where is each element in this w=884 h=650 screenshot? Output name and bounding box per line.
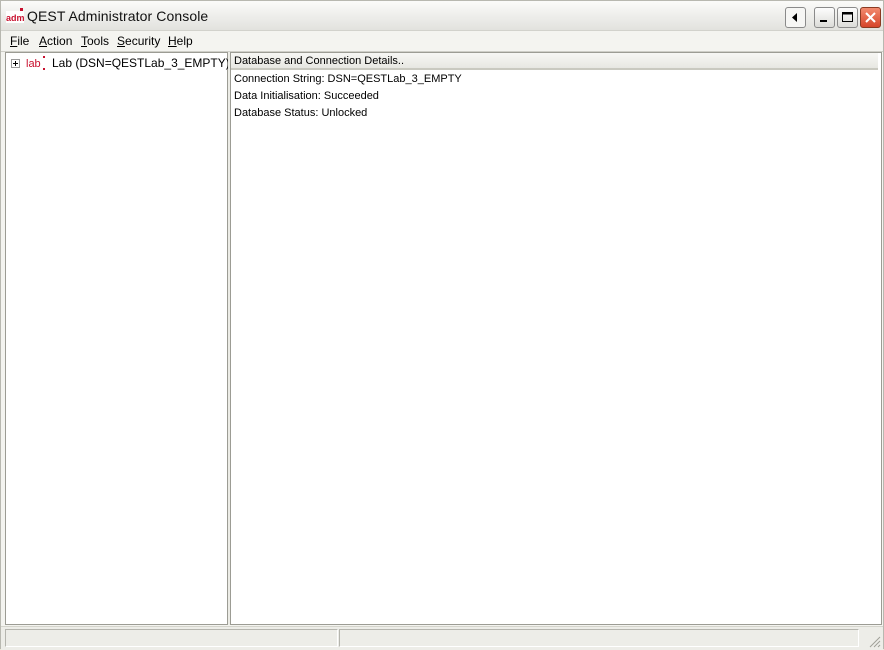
close-icon [865,12,876,23]
maximize-button[interactable] [837,7,858,28]
maximize-icon [842,12,853,22]
resize-grip-icon[interactable] [869,636,881,648]
status-bar [1,626,883,650]
menu-tools-rest: ools [87,34,110,48]
details-header-label: Database and Connection Details.. [234,55,404,67]
app-window: adm QEST Administrator Console File Acti… [0,0,884,650]
menu-tools[interactable]: Tools [81,34,109,48]
menu-file[interactable]: File [10,34,29,48]
status-panel-2 [339,629,859,647]
adm-app-icon: adm [6,8,24,23]
menu-help[interactable]: Help [168,34,193,48]
close-button[interactable] [860,7,881,28]
menu-action[interactable]: Action [39,34,72,48]
svg-text:lab: lab [26,58,41,70]
data-initialisation-line: Data Initialisation: Succeeded [234,90,379,102]
back-button[interactable] [785,7,806,28]
menu-action-rest: ction [47,34,73,48]
lab-icon: lab [26,56,45,70]
minimize-icon [820,20,827,22]
plus-icon [13,61,18,66]
menu-bar: File Action Tools Security Help [1,31,883,52]
menu-security-rest: ecurity [125,34,161,48]
status-panel-1 [5,629,338,647]
menu-security[interactable]: Security [117,34,160,48]
menu-help-accel: H [168,34,177,48]
details-pane: Database and Connection Details.. Connec… [230,52,882,625]
details-header[interactable]: Database and Connection Details.. [231,53,878,70]
menu-security-accel: S [117,34,126,48]
menu-help-rest: elp [176,34,193,48]
connection-string-line: Connection String: DSN=QESTLab_3_EMPTY [234,73,462,85]
menu-action-accel: A [39,34,48,48]
tree-pane[interactable]: lab Lab (DSN=QESTLab_3_EMPTY) [5,52,230,625]
expand-icon[interactable] [11,59,20,68]
database-status-line: Database Status: Unlocked [234,107,368,119]
arrow-left-icon [792,13,797,22]
title-bar[interactable]: adm QEST Administrator Console [1,1,883,31]
window-title: QEST Administrator Console [27,8,209,24]
menu-file-rest: ile [17,34,30,48]
tree-node-label: Lab (DSN=QESTLab_3_EMPTY) [52,56,230,70]
svg-text:adm: adm [6,13,24,23]
minimize-button[interactable] [814,7,835,28]
